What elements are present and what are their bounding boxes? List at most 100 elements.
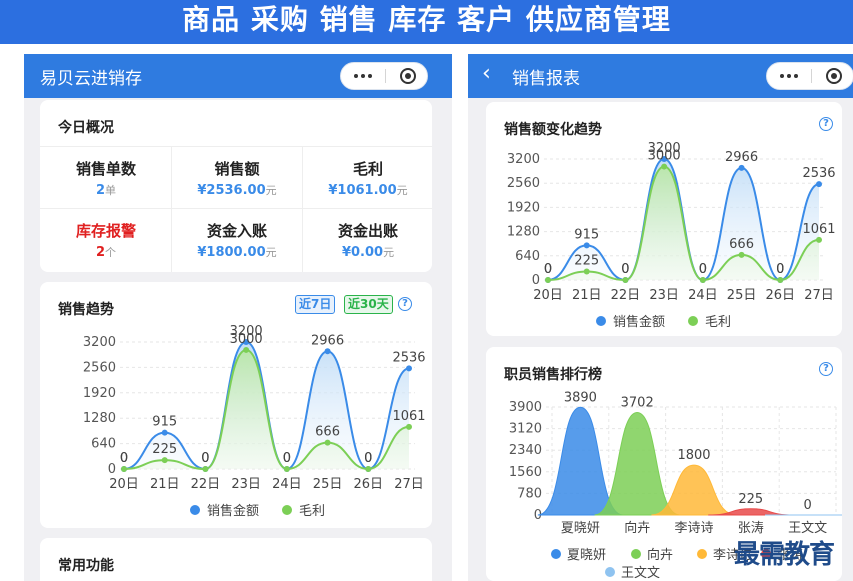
legend-label: 向卉 (647, 547, 673, 563)
legend-label: 毛利 (705, 315, 731, 330)
data-label: 3890 (564, 390, 597, 405)
data-point (365, 466, 372, 472)
data-point (243, 346, 250, 353)
x-tick-label: 25日 (727, 288, 757, 303)
stat-value: ¥1800.00元 (197, 245, 277, 260)
data-label: 1800 (677, 448, 710, 463)
phone-screen-home: 易贝云进销存 今日概况 销售单数 2单 销售额 ¥2536.00元 毛利 ¥10… (24, 54, 452, 581)
data-label: 0 (120, 451, 128, 466)
stat-funds-in[interactable]: 资金入账 ¥1800.00元 (173, 210, 301, 270)
legend-marker (596, 316, 606, 326)
stat-value: 2个 (95, 245, 117, 260)
sales-amount-trend-chart: 0 640 1280 1920 2560 3200 20日 21日 22日 23日 24日 25日 26… (507, 141, 836, 330)
watermark-logo: 最需教育 (734, 540, 835, 570)
data-label: 225 (152, 442, 177, 457)
data-point (583, 242, 590, 249)
y-tick-label: 2560 (507, 176, 540, 191)
app-title: 易贝云进销存 (40, 69, 142, 89)
stat-label: 毛利 (352, 160, 383, 178)
data-label: 0 (201, 451, 209, 466)
y-tick-label: 2340 (509, 443, 542, 458)
data-point (324, 348, 331, 355)
data-point (661, 163, 668, 170)
stat-gross-profit[interactable]: 毛利 ¥1061.00元 (304, 148, 432, 208)
x-tick-label: 23日 (649, 288, 679, 303)
data-point (738, 164, 745, 171)
data-label: 2536 (392, 350, 425, 365)
more-icon[interactable] (767, 63, 811, 89)
legend-marker (190, 505, 200, 515)
x-tick-label: 26日 (354, 477, 384, 492)
navigation-bar: ‹ 销售报表 (468, 54, 853, 98)
stat-value: ¥0.00元 (341, 245, 395, 260)
sales-trend-card: 销售趋势 近7日 近30天 ? 0 640 1280 1920 2560 3200 20日 2… (40, 282, 432, 528)
stat-stock-alert[interactable]: 库存报警 2个 (42, 210, 170, 270)
y-tick-label: 1560 (509, 465, 542, 480)
close-target-icon[interactable] (400, 68, 416, 84)
stat-sales-amount[interactable]: 销售额 ¥2536.00元 (173, 148, 301, 208)
y-tick-label: 1280 (507, 225, 540, 240)
y-tick-label: 1920 (83, 386, 116, 401)
stat-label: 销售单数 (75, 160, 136, 178)
legend-label: 销售金额 (207, 503, 259, 519)
sales-amount-trend-card: 销售额变化趋势 ? 0 640 1280 1920 2560 3200 20日 21日 22日 2… (486, 102, 842, 336)
data-point (816, 236, 822, 243)
stat-label: 资金入账 (206, 222, 267, 240)
stat-order-count[interactable]: 销售单数 2单 (42, 148, 170, 208)
data-point (121, 466, 127, 472)
data-point (816, 181, 822, 188)
y-tick-label: 1920 (507, 200, 540, 215)
x-tick-label: 20日 (109, 477, 139, 492)
data-label: 3702 (621, 395, 654, 410)
data-label: 666 (729, 237, 754, 252)
x-tick-label: 向卉 (624, 520, 650, 536)
common-functions-title: 常用功能 (58, 558, 114, 574)
data-label: 0 (544, 262, 552, 277)
data-label: 0 (364, 451, 372, 466)
stat-label: 资金出账 (337, 222, 398, 240)
capsule-divider (385, 69, 386, 83)
data-point (545, 277, 551, 283)
close-target-icon[interactable] (826, 68, 842, 84)
data-label: 0 (283, 451, 291, 466)
data-point (161, 429, 168, 436)
data-label: 225 (574, 253, 599, 268)
more-icon[interactable] (341, 63, 385, 89)
x-tick-label: 20日 (533, 288, 563, 303)
data-point (738, 251, 745, 258)
x-tick-label: 22日 (191, 477, 221, 492)
data-point (161, 457, 168, 464)
x-tick-label: 21日 (572, 288, 602, 303)
y-tick-label: 0 (108, 462, 116, 477)
x-tick-label: 23日 (231, 477, 261, 492)
menu-capsule (766, 62, 853, 90)
stat-label: 销售额 (214, 160, 260, 178)
data-label: 2966 (311, 333, 344, 348)
x-tick-label: 24日 (688, 288, 718, 303)
data-label: 3000 (648, 149, 681, 164)
overview-title: 今日概况 (58, 120, 114, 136)
x-tick-label: 27日 (804, 288, 834, 303)
data-point (699, 277, 706, 283)
stat-funds-out[interactable]: 资金出账 ¥0.00元 (304, 210, 432, 270)
y-tick-label: 640 (91, 437, 116, 452)
legend-marker (697, 549, 707, 559)
data-label: 0 (621, 262, 629, 277)
legend-label: 夏晓妍 (567, 548, 606, 563)
x-tick-label: 夏晓妍 (561, 521, 600, 536)
y-tick-label: 640 (515, 249, 540, 264)
x-tick-label: 27日 (394, 477, 424, 492)
legend-label: 毛利 (299, 504, 325, 519)
legend-marker (605, 567, 615, 577)
chevron-left-icon[interactable]: ‹ (482, 61, 491, 86)
data-point (622, 277, 629, 283)
data-label: 2966 (725, 150, 758, 165)
data-label: 0 (776, 262, 784, 277)
data-label: 915 (152, 415, 177, 430)
data-point (777, 277, 784, 283)
data-label: 0 (803, 498, 811, 513)
data-point (324, 439, 331, 446)
stat-value: 2单 (95, 183, 117, 198)
data-point (202, 466, 209, 472)
y-tick-label: 3900 (509, 400, 542, 415)
